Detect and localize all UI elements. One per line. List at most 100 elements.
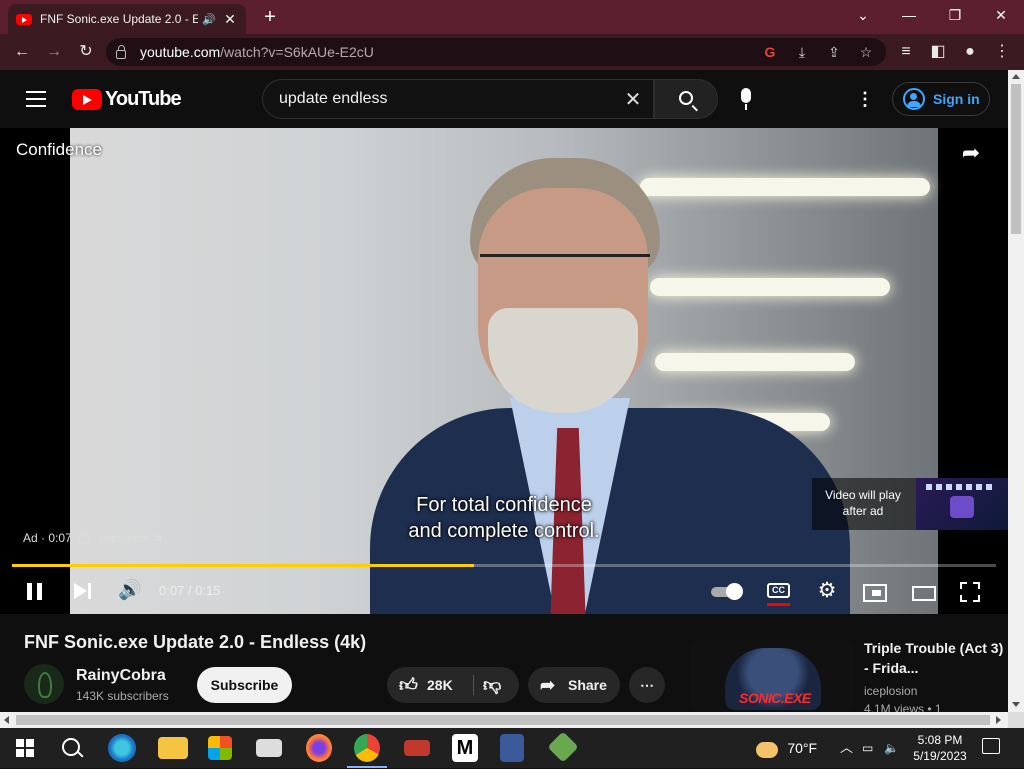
horizontal-scroll-thumb[interactable] (16, 715, 990, 725)
tray-chevron-icon[interactable]: ︿ (840, 728, 853, 768)
thumbnail-logo-text: SONIC.EXE (739, 690, 811, 706)
pause-button[interactable] (26, 576, 44, 606)
youtube-favicon-icon (16, 13, 32, 25)
tab-close-icon[interactable]: ✕ (222, 11, 238, 28)
progress-fill (12, 564, 475, 567)
share-page-icon[interactable]: ⇪ (822, 40, 846, 64)
youtube-logo[interactable]: YouTube (72, 88, 182, 111)
miniplayer-icon[interactable] (863, 576, 887, 606)
mail-icon[interactable] (256, 739, 282, 757)
recommended-thumbnail[interactable]: SONIC.EXE (689, 640, 855, 712)
sign-in-label: Sign in (933, 91, 980, 107)
search-input[interactable]: update endless (279, 90, 613, 108)
thumbs-up-icon[interactable]: 👍︎ (399, 667, 418, 703)
scroll-up-arrow-icon[interactable] (1012, 74, 1020, 79)
search-button[interactable] (654, 79, 718, 119)
info-icon[interactable] (77, 532, 89, 544)
clear-search-icon[interactable]: ✕ (613, 87, 653, 112)
presenter-image (370, 158, 850, 614)
lock-icon[interactable] (116, 44, 126, 59)
scroll-down-arrow-icon[interactable] (1012, 702, 1020, 707)
weather-widget[interactable]: 70°F (756, 728, 817, 768)
external-link-icon[interactable]: ⧉ (154, 533, 161, 544)
clock-time: 5:08 PM (917, 733, 963, 747)
captions-button[interactable]: CC (767, 576, 791, 606)
volume-icon[interactable]: 🔊 (118, 576, 142, 606)
progress-bar[interactable] (12, 564, 996, 567)
google-lens-icon[interactable]: G (758, 40, 782, 64)
forward-arrow-icon[interactable]: → (42, 40, 66, 64)
chrome-icon[interactable] (354, 734, 380, 762)
network-icon[interactable]: ▭ (862, 728, 873, 768)
minecraft-icon[interactable] (547, 731, 579, 763)
taskbar: M 70°F ︿ ▭ 🔈 5:08 PM 5/19/2023 (0, 728, 1024, 768)
install-app-icon[interactable]: ⤓ (790, 40, 814, 64)
scroll-left-arrow-icon[interactable] (4, 716, 9, 724)
settings-kebab-icon[interactable]: ⋮ (856, 87, 874, 111)
share-label: Share (568, 677, 607, 693)
youtube-header: YouTube update endless ✕ ⋮ Sign in (0, 70, 1008, 128)
account-icon (903, 88, 925, 110)
share-button[interactable]: ➦ Share (528, 667, 620, 703)
time-display: 0:07 / 0:15 (159, 583, 221, 598)
logo-text: YouTube (105, 88, 182, 110)
video-player[interactable]: Confidence ➦ For total confidence and co… (0, 128, 1008, 614)
up-next-preview[interactable]: Video will play after ad (812, 478, 1008, 530)
windows-start-icon[interactable] (12, 734, 42, 762)
menu-icon[interactable] (26, 91, 46, 107)
chrome-menu-icon[interactable]: ⋮ (990, 40, 1014, 64)
search-box[interactable]: update endless ✕ (262, 79, 654, 119)
restore-button[interactable]: ❐ (932, 0, 978, 30)
new-tab-button[interactable]: + (258, 5, 282, 29)
recommended-channel[interactable]: iceplosion (864, 684, 917, 698)
gear-icon[interactable]: ⚙ (816, 576, 838, 606)
vertical-scrollbar[interactable] (1008, 70, 1024, 712)
minimize-button[interactable]: — (886, 0, 932, 30)
share-icon: ➦ (540, 675, 556, 695)
up-next-label: Video will play after ad (825, 488, 901, 518)
edge-icon[interactable] (108, 734, 136, 762)
subscribe-button[interactable]: Subscribe (197, 667, 292, 703)
voice-search-button[interactable] (726, 79, 766, 119)
share-arrow-icon[interactable]: ➦ (956, 140, 986, 166)
ad-title[interactable]: Confidence (16, 140, 102, 160)
system-clock[interactable]: 5:08 PM 5/19/2023 (908, 732, 972, 764)
tab-search-chevron-icon[interactable]: ⌄ (840, 0, 886, 30)
file-explorer-icon[interactable] (158, 737, 188, 759)
notification-icon[interactable] (982, 738, 1000, 754)
bookmark-star-icon[interactable]: ☆ (854, 40, 878, 64)
autoplay-toggle[interactable] (711, 576, 745, 606)
taskbar-search-icon[interactable] (58, 734, 88, 762)
back-arrow-icon[interactable]: ← (10, 40, 34, 64)
reading-list-icon[interactable]: ≡ (894, 40, 918, 64)
thumbs-down-icon[interactable]: 👎︎ (483, 667, 501, 703)
app-icon-m[interactable]: M (452, 734, 478, 762)
side-panel-icon[interactable]: ◧ (926, 40, 950, 64)
volume-muted-icon[interactable]: 🔈 (884, 728, 899, 768)
app-icon-blue-doc[interactable] (500, 734, 524, 762)
more-actions-button[interactable]: ⋯ (629, 667, 665, 703)
microsoft-store-icon[interactable] (208, 736, 232, 760)
next-button[interactable] (72, 576, 94, 606)
like-count[interactable]: 28K (427, 667, 453, 703)
vertical-scroll-thumb[interactable] (1011, 84, 1021, 234)
app-icon-red-box[interactable] (404, 740, 430, 756)
url-text[interactable]: youtube.com/watch?v=S6kAUe-E2cU (140, 44, 374, 60)
theater-mode-icon[interactable] (912, 576, 936, 606)
captions: For total confidence and complete contro… (330, 492, 678, 544)
reload-icon[interactable]: ↻ (74, 40, 98, 64)
browser-tab[interactable]: FNF Sonic.exe Update 2.0 - E 🔊 ✕ (8, 4, 246, 34)
fullscreen-icon[interactable] (960, 576, 982, 606)
channel-avatar[interactable] (24, 664, 64, 704)
ad-domain-link[interactable]: usps.com (99, 531, 150, 545)
speaker-icon[interactable]: 🔊 (202, 13, 216, 26)
sign-in-button[interactable]: Sign in (892, 82, 990, 116)
close-window-button[interactable]: ✕ (978, 0, 1024, 30)
scroll-right-arrow-icon[interactable] (996, 716, 1001, 724)
recommended-title[interactable]: Triple Trouble (Act 3) - Frida... (864, 638, 1004, 678)
channel-name[interactable]: RainyCobra (76, 667, 166, 685)
profile-icon[interactable]: ● (958, 40, 982, 64)
address-bar[interactable]: youtube.com/watch?v=S6kAUe-E2cU G ⤓ ⇪ ☆ (106, 38, 886, 66)
firefox-icon[interactable] (306, 734, 332, 762)
horizontal-scrollbar[interactable] (0, 712, 1008, 728)
